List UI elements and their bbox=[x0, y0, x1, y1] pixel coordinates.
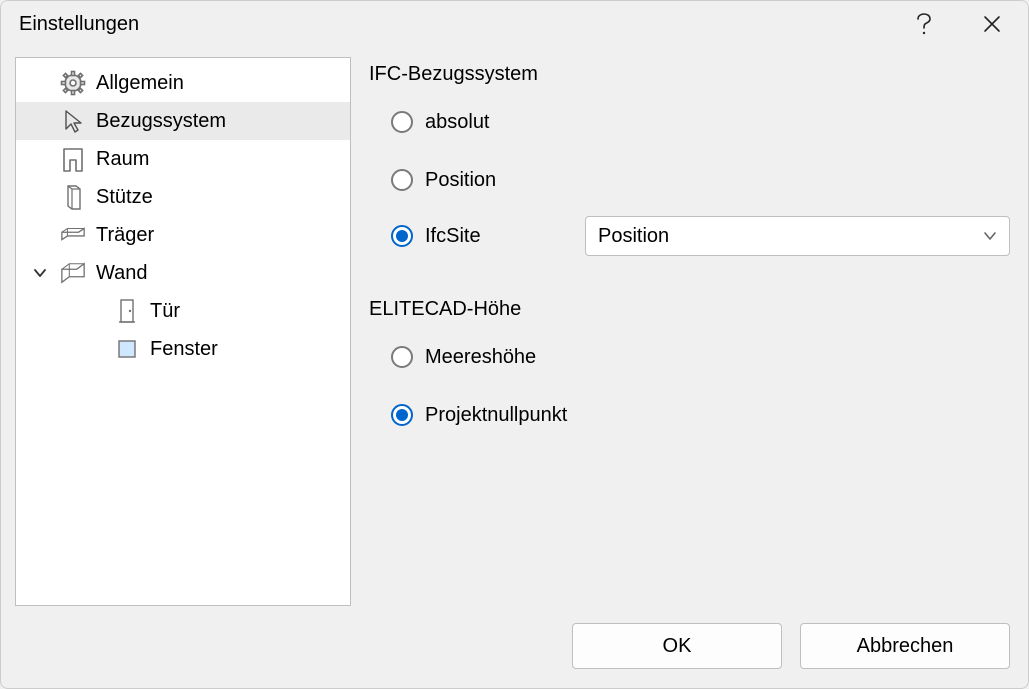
door-icon bbox=[114, 298, 140, 324]
radio-label: Position bbox=[425, 169, 496, 192]
group-title: ELITECAD-Höhe bbox=[369, 292, 1010, 321]
tree-item-tuer[interactable]: Tür bbox=[16, 292, 350, 330]
close-icon bbox=[983, 15, 1001, 33]
titlebar: Einstellungen bbox=[1, 1, 1028, 47]
arrow-cursor-icon bbox=[60, 108, 86, 134]
radio-projektnullpunkt[interactable]: Projektnullpunkt bbox=[391, 393, 1010, 437]
tree-item-label: Bezugssystem bbox=[92, 110, 226, 133]
help-button[interactable] bbox=[904, 4, 944, 44]
radio-icon bbox=[391, 225, 413, 247]
wall-icon bbox=[60, 260, 86, 286]
radio-ifcsite[interactable]: IfcSite bbox=[391, 225, 573, 248]
ifcsite-select[interactable]: Position bbox=[585, 216, 1010, 256]
radio-absolut[interactable]: absolut bbox=[391, 100, 1010, 144]
tree-item-fenster[interactable]: Fenster bbox=[16, 330, 350, 368]
tree-item-allgemein[interactable]: Allgemein bbox=[16, 64, 350, 102]
tree-item-label: Allgemein bbox=[92, 72, 184, 95]
tree-item-label: Wand bbox=[92, 262, 148, 285]
radio-label: absolut bbox=[425, 111, 490, 134]
tree-item-label: Tür bbox=[146, 300, 180, 323]
gear-icon bbox=[60, 70, 86, 96]
window-title: Einstellungen bbox=[19, 13, 904, 36]
settings-tree[interactable]: Allgemein Bezugssystem bbox=[15, 57, 351, 606]
radio-icon bbox=[391, 404, 413, 426]
tree-item-label: Stütze bbox=[92, 186, 153, 209]
radio-meereshoehe[interactable]: Meereshöhe bbox=[391, 335, 1010, 379]
settings-content: IFC-Bezugssystem absolut Position IfcSit… bbox=[365, 57, 1014, 618]
group-title: IFC-Bezugssystem bbox=[369, 57, 1010, 86]
tree-collapse-toggle[interactable] bbox=[26, 266, 54, 280]
settings-dialog: Einstellungen bbox=[0, 0, 1029, 689]
radio-label: Projektnullpunkt bbox=[425, 404, 567, 427]
tree-item-label: Träger bbox=[92, 224, 154, 247]
client-area: Allgemein Bezugssystem bbox=[1, 47, 1028, 618]
chevron-down-icon bbox=[33, 266, 47, 280]
radio-label: IfcSite bbox=[425, 225, 481, 248]
radio-label: Meereshöhe bbox=[425, 346, 536, 369]
radio-icon bbox=[391, 111, 413, 133]
tree-item-raum[interactable]: Raum bbox=[16, 140, 350, 178]
group-elitecad-hoehe: ELITECAD-Höhe Meereshöhe Projektnullpunk… bbox=[369, 292, 1010, 451]
ok-button[interactable]: OK bbox=[572, 623, 782, 669]
tree-item-wand[interactable]: Wand bbox=[16, 254, 350, 292]
room-icon bbox=[60, 146, 86, 172]
help-icon bbox=[916, 13, 932, 35]
column-icon bbox=[60, 184, 86, 210]
radio-icon bbox=[391, 346, 413, 368]
beam-icon bbox=[60, 222, 86, 248]
tree-item-label: Raum bbox=[92, 148, 149, 171]
tree-item-traeger[interactable]: Träger bbox=[16, 216, 350, 254]
select-value: Position bbox=[598, 225, 669, 248]
group-ifc-bezugssystem: IFC-Bezugssystem absolut Position IfcSit… bbox=[369, 57, 1010, 256]
radio-position[interactable]: Position bbox=[391, 158, 1010, 202]
close-button[interactable] bbox=[972, 4, 1012, 44]
tree-item-bezugssystem[interactable]: Bezugssystem bbox=[16, 102, 350, 140]
tree-item-label: Fenster bbox=[146, 338, 218, 361]
radio-icon bbox=[391, 169, 413, 191]
dialog-footer: OK Abbrechen bbox=[1, 618, 1028, 688]
cancel-button[interactable]: Abbrechen bbox=[800, 623, 1010, 669]
chevron-down-icon bbox=[983, 231, 997, 241]
tree-item-stuetze[interactable]: Stütze bbox=[16, 178, 350, 216]
window-icon bbox=[114, 336, 140, 362]
